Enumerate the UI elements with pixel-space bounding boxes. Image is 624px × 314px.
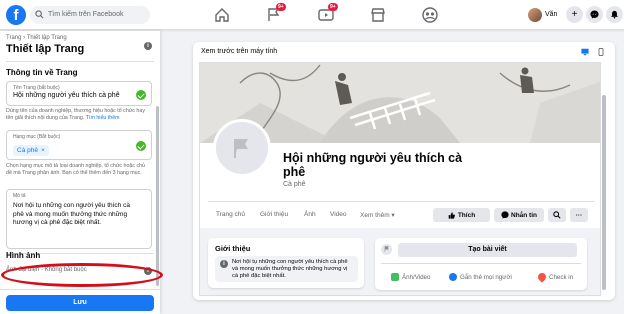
bio-field[interactable]: Mô tả Nơi hội tụ những con người yêu thí… xyxy=(6,189,152,249)
home-icon[interactable] xyxy=(212,5,232,25)
category-help: Chọn hạng mục mô tả loại doanh nghiệp, t… xyxy=(6,163,146,176)
profile-picture-placeholder[interactable] xyxy=(213,119,271,177)
bell-icon[interactable] xyxy=(606,6,623,23)
page-name-value[interactable]: Hội những người yêu thích cà phê xyxy=(13,92,120,99)
like-label: Thích xyxy=(457,211,476,219)
preview-page-name: Hội những người yêu thích cà phê xyxy=(283,151,463,179)
search-input[interactable]: Tìm kiếm trên Facebook xyxy=(30,6,150,24)
create-post-card: Tạo bài viết Ảnh/Video Gắn thẻ mọi người… xyxy=(375,238,587,290)
intro-text: Nơi hội tụ những con người yêu thích cà … xyxy=(232,259,348,279)
photo-icon xyxy=(391,273,399,281)
location-pin-icon xyxy=(536,271,548,283)
category-label: Hạng mục (Bắt buộc) xyxy=(13,134,61,140)
search-icon xyxy=(553,211,561,219)
divider xyxy=(6,61,154,62)
like-button[interactable]: Thích xyxy=(433,208,490,222)
create-post-button[interactable]: Tạo bài viết xyxy=(398,243,577,257)
message-button[interactable]: Nhắn tin xyxy=(494,208,544,222)
learn-more-link[interactable]: Tìm hiểu thêm xyxy=(86,115,120,121)
page-name-help-text: Dùng tên của doanh nghiệp, thương hiệu h… xyxy=(6,108,145,121)
profile-shortcut[interactable]: Văn xyxy=(528,6,557,23)
save-button[interactable]: Lưu xyxy=(6,295,154,311)
check-in-action[interactable]: Check in xyxy=(536,271,574,283)
top-navigation-bar: f Tìm kiếm trên Facebook 9+ 9+ Văn + xyxy=(0,0,624,30)
tab-videos[interactable]: Video xyxy=(330,211,347,218)
tag-people-icon xyxy=(449,273,457,281)
watch-notification-badge: 9+ xyxy=(328,3,338,11)
page-name-label: Tên Trang (bắt buộc) xyxy=(13,85,60,91)
facebook-logo[interactable]: f xyxy=(6,5,26,25)
section-heading-page-info: Thông tin về Trang xyxy=(6,68,78,77)
pages-notification-badge: 9+ xyxy=(276,3,286,11)
plus-icon[interactable]: + xyxy=(566,6,583,23)
preview-category: Cà phê xyxy=(283,181,306,188)
category-field[interactable]: Hạng mục (Bắt buộc) Cà phê × xyxy=(6,130,152,160)
page-name-field[interactable]: Tên Trang (bắt buộc) Hội những người yêu… xyxy=(6,81,152,106)
info-icon[interactable]: i xyxy=(144,267,152,275)
photo-video-action[interactable]: Ảnh/Video xyxy=(391,273,430,281)
sidebar-scrollbar[interactable] xyxy=(156,106,159,286)
bio-label: Mô tả xyxy=(13,193,26,199)
tab-photos[interactable]: Ảnh xyxy=(304,211,316,218)
more-options-button[interactable]: ··· xyxy=(570,208,588,222)
check-in-label: Check in xyxy=(549,273,574,281)
messenger-icon xyxy=(501,211,509,219)
remove-tag-icon[interactable]: × xyxy=(41,147,45,154)
marketplace-icon[interactable] xyxy=(368,5,388,25)
page-title: Thiết lập Trang xyxy=(6,43,85,55)
flag-icon xyxy=(381,244,392,255)
search-placeholder: Tìm kiếm trên Facebook xyxy=(48,11,124,18)
info-icon: i xyxy=(220,260,228,268)
category-tag-label: Cà phê xyxy=(17,147,38,154)
preview-title: Xem trước trên máy tính xyxy=(201,48,278,55)
profile-name: Văn xyxy=(545,11,558,18)
tab-more[interactable]: Xem thêm ▾ xyxy=(360,211,395,219)
mobile-icon[interactable] xyxy=(597,48,605,56)
tab-about[interactable]: Giới thiệu xyxy=(260,211,288,218)
tag-people-label: Gắn thẻ mọi người xyxy=(460,273,512,281)
search-page-button[interactable] xyxy=(548,208,566,222)
bio-value[interactable]: Nơi hội tụ những con người yêu thích cà … xyxy=(13,202,137,228)
desktop-preview-card: Xem trước trên máy tính Hội những người … xyxy=(193,42,615,300)
divider xyxy=(208,201,594,202)
flag-icon xyxy=(234,139,248,158)
profile-picture-label: Ảnh đại diện · Không bắt buộc xyxy=(6,267,87,273)
message-label: Nhắn tin xyxy=(511,211,537,219)
thumbs-up-icon xyxy=(448,211,455,219)
divider xyxy=(381,263,581,264)
tab-home[interactable]: Trang chủ xyxy=(216,211,245,218)
breadcrumb[interactable]: Trang › Thiết lập Trang xyxy=(6,35,67,41)
info-icon[interactable]: i xyxy=(144,42,152,50)
page-name-help: Dùng tên của doanh nghiệp, thương hiệu h… xyxy=(6,108,152,122)
avatar xyxy=(528,7,542,22)
intro-card: Giới thiệu i Nơi hội tụ những con người … xyxy=(208,238,364,288)
check-icon xyxy=(136,90,146,100)
intro-box: i Nơi hội tụ những con người yêu thích c… xyxy=(215,256,358,282)
intro-title: Giới thiệu xyxy=(215,244,251,253)
tag-people-action[interactable]: Gắn thẻ mọi người xyxy=(449,273,512,281)
messenger-icon[interactable] xyxy=(586,6,603,23)
save-bar: Lưu xyxy=(0,289,160,314)
groups-icon[interactable] xyxy=(420,5,440,25)
section-heading-images: Hình ảnh xyxy=(6,251,41,260)
photo-video-label: Ảnh/Video xyxy=(402,273,431,281)
search-icon xyxy=(35,10,44,19)
category-tag[interactable]: Cà phê × xyxy=(13,145,49,156)
page-preview-frame: Hội những người yêu thích cà phê Cà phê … xyxy=(199,62,601,296)
check-icon xyxy=(136,141,146,151)
page-setup-sidebar: Trang › Thiết lập Trang Thiết lập Trang … xyxy=(0,31,160,314)
desktop-icon[interactable] xyxy=(581,48,589,56)
preview-scrollbar[interactable] xyxy=(602,95,606,290)
